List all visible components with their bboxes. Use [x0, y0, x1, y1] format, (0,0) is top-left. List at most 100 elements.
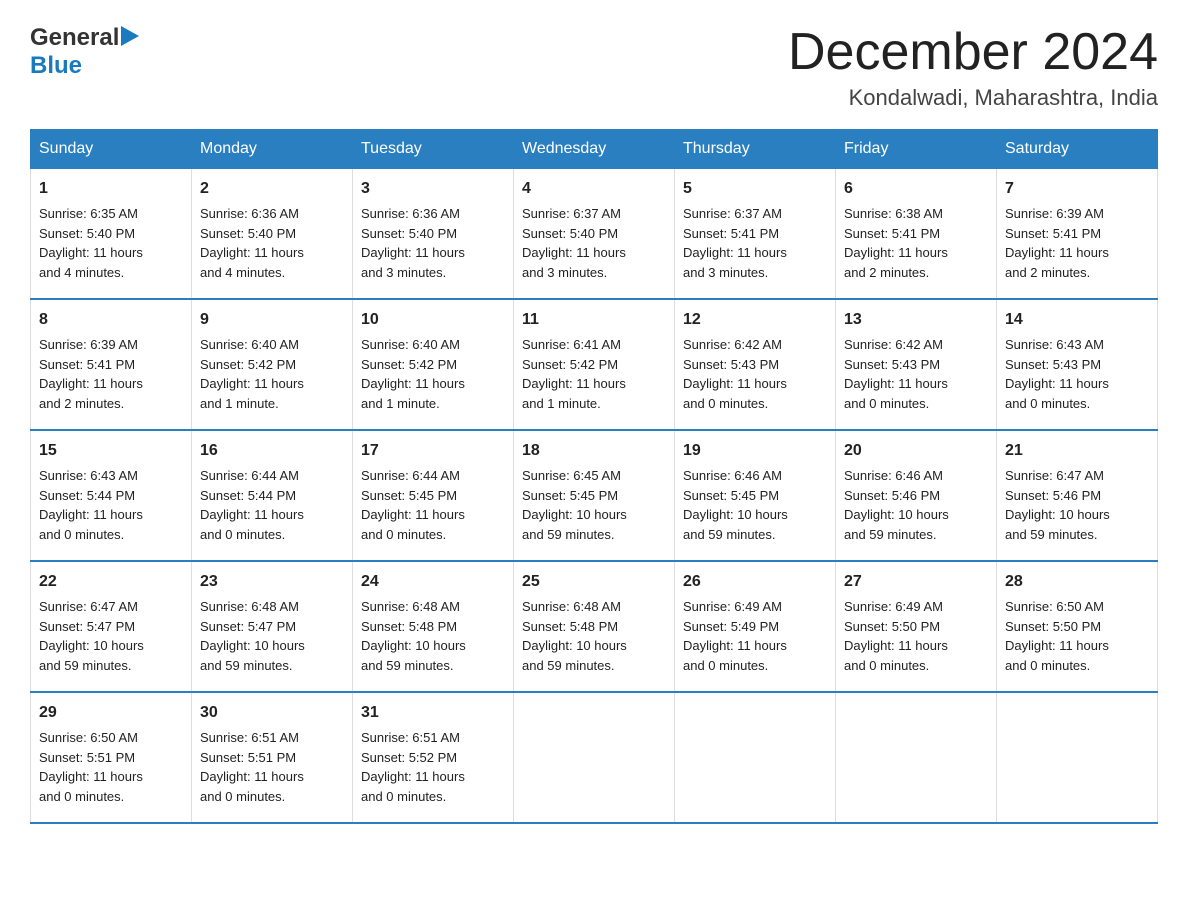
- week-row-1: 1Sunrise: 6:35 AMSunset: 5:40 PMDaylight…: [31, 169, 1158, 300]
- calendar-cell: 10Sunrise: 6:40 AMSunset: 5:42 PMDayligh…: [353, 299, 514, 430]
- calendar-cell: [836, 692, 997, 823]
- cell-info: Sunrise: 6:50 AMSunset: 5:50 PMDaylight:…: [1005, 597, 1149, 675]
- cell-info: Sunrise: 6:42 AMSunset: 5:43 PMDaylight:…: [844, 335, 988, 413]
- calendar-cell: 2 Sunrise: 6:36 AMSunset: 5:40 PMDaylight…: [192, 169, 353, 300]
- calendar-cell: 7 Sunrise: 6:39 AMSunset: 5:41 PMDaylight…: [997, 169, 1158, 300]
- calendar-cell: 12Sunrise: 6:42 AMSunset: 5:43 PMDayligh…: [675, 299, 836, 430]
- cell-info: Sunrise: 6:48 AMSunset: 5:48 PMDaylight:…: [361, 597, 505, 675]
- day-number: 7: [1005, 177, 1149, 201]
- day-number: 15: [39, 439, 183, 463]
- calendar-subtitle: Kondalwadi, Maharashtra, India: [788, 85, 1158, 111]
- calendar-cell: 14 Sunrise: 6:43 AMSunset: 5:43 PMDayligh…: [997, 299, 1158, 430]
- cell-info: Sunrise: 6:44 AMSunset: 5:44 PMDaylight:…: [200, 466, 344, 544]
- day-number: 2: [200, 177, 344, 201]
- day-number: 5: [683, 177, 827, 201]
- logo: General Blue: [30, 24, 139, 80]
- day-number: 19: [683, 439, 827, 463]
- week-row-2: 8Sunrise: 6:39 AMSunset: 5:41 PMDaylight…: [31, 299, 1158, 430]
- header-tuesday: Tuesday: [353, 130, 514, 169]
- cell-info: Sunrise: 6:51 AMSunset: 5:51 PMDaylight:…: [200, 728, 344, 806]
- logo-general: General: [30, 24, 119, 52]
- calendar-cell: 8Sunrise: 6:39 AMSunset: 5:41 PMDaylight…: [31, 299, 192, 430]
- calendar-cell: 19 Sunrise: 6:46 AMSunset: 5:45 PMDayligh…: [675, 430, 836, 561]
- day-number: 14: [1005, 308, 1149, 332]
- calendar-cell: [997, 692, 1158, 823]
- cell-info: Sunrise: 6:49 AMSunset: 5:49 PMDaylight:…: [683, 597, 827, 675]
- cell-info: Sunrise: 6:39 AMSunset: 5:41 PMDaylight:…: [1005, 204, 1149, 282]
- day-number: 6: [844, 177, 988, 201]
- cell-info: Sunrise: 6:40 AMSunset: 5:42 PMDaylight:…: [361, 335, 505, 413]
- week-row-3: 15 Sunrise: 6:43 AMSunset: 5:44 PMDayligh…: [31, 430, 1158, 561]
- calendar-title-block: December 2024 Kondalwadi, Maharashtra, I…: [788, 24, 1158, 111]
- week-row-4: 22 Sunrise: 6:47 AMSunset: 5:47 PMDayligh…: [31, 561, 1158, 692]
- calendar-cell: 27 Sunrise: 6:49 AMSunset: 5:50 PMDayligh…: [836, 561, 997, 692]
- calendar-cell: 4Sunrise: 6:37 AMSunset: 5:40 PMDaylight…: [514, 169, 675, 300]
- day-number: 17: [361, 439, 505, 463]
- calendar-cell: 17 Sunrise: 6:44 AMSunset: 5:45 PMDayligh…: [353, 430, 514, 561]
- cell-info: Sunrise: 6:38 AMSunset: 5:41 PMDaylight:…: [844, 204, 988, 282]
- cell-info: Sunrise: 6:48 AMSunset: 5:47 PMDaylight:…: [200, 597, 344, 675]
- day-number: 16: [200, 439, 344, 463]
- cell-info: Sunrise: 6:49 AMSunset: 5:50 PMDaylight:…: [844, 597, 988, 675]
- day-number: 8: [39, 308, 183, 332]
- day-number: 23: [200, 570, 344, 594]
- calendar-cell: 3 Sunrise: 6:36 AMSunset: 5:40 PMDaylight…: [353, 169, 514, 300]
- cell-info: Sunrise: 6:48 AMSunset: 5:48 PMDaylight:…: [522, 597, 666, 675]
- cell-info: Sunrise: 6:51 AMSunset: 5:52 PMDaylight:…: [361, 728, 505, 806]
- day-number: 31: [361, 701, 505, 725]
- calendar-cell: 23 Sunrise: 6:48 AMSunset: 5:47 PMDayligh…: [192, 561, 353, 692]
- calendar-table: SundayMondayTuesdayWednesdayThursdayFrid…: [30, 129, 1158, 824]
- calendar-cell: [675, 692, 836, 823]
- page-header: General Blue December 2024 Kondalwadi, M…: [30, 24, 1158, 111]
- calendar-cell: 18 Sunrise: 6:45 AMSunset: 5:45 PMDayligh…: [514, 430, 675, 561]
- calendar-cell: 21Sunrise: 6:47 AMSunset: 5:46 PMDayligh…: [997, 430, 1158, 561]
- header-saturday: Saturday: [997, 130, 1158, 169]
- day-number: 12: [683, 308, 827, 332]
- day-number: 3: [361, 177, 505, 201]
- calendar-cell: [514, 692, 675, 823]
- header-wednesday: Wednesday: [514, 130, 675, 169]
- calendar-cell: 16 Sunrise: 6:44 AMSunset: 5:44 PMDayligh…: [192, 430, 353, 561]
- day-number: 25: [522, 570, 666, 594]
- calendar-cell: 25 Sunrise: 6:48 AMSunset: 5:48 PMDayligh…: [514, 561, 675, 692]
- cell-info: Sunrise: 6:36 AMSunset: 5:40 PMDaylight:…: [200, 204, 344, 282]
- calendar-cell: 26 Sunrise: 6:49 AMSunset: 5:49 PMDayligh…: [675, 561, 836, 692]
- day-number: 26: [683, 570, 827, 594]
- cell-info: Sunrise: 6:47 AMSunset: 5:47 PMDaylight:…: [39, 597, 183, 675]
- cell-info: Sunrise: 6:43 AMSunset: 5:43 PMDaylight:…: [1005, 335, 1149, 413]
- cell-info: Sunrise: 6:36 AMSunset: 5:40 PMDaylight:…: [361, 204, 505, 282]
- week-row-5: 29Sunrise: 6:50 AMSunset: 5:51 PMDayligh…: [31, 692, 1158, 823]
- day-number: 18: [522, 439, 666, 463]
- cell-info: Sunrise: 6:37 AMSunset: 5:41 PMDaylight:…: [683, 204, 827, 282]
- cell-info: Sunrise: 6:40 AMSunset: 5:42 PMDaylight:…: [200, 335, 344, 413]
- cell-info: Sunrise: 6:37 AMSunset: 5:40 PMDaylight:…: [522, 204, 666, 282]
- calendar-title: December 2024: [788, 24, 1158, 81]
- cell-info: Sunrise: 6:41 AMSunset: 5:42 PMDaylight:…: [522, 335, 666, 413]
- day-number: 13: [844, 308, 988, 332]
- calendar-cell: 1Sunrise: 6:35 AMSunset: 5:40 PMDaylight…: [31, 169, 192, 300]
- day-number: 22: [39, 570, 183, 594]
- cell-info: Sunrise: 6:43 AMSunset: 5:44 PMDaylight:…: [39, 466, 183, 544]
- calendar-cell: 15 Sunrise: 6:43 AMSunset: 5:44 PMDayligh…: [31, 430, 192, 561]
- day-number: 27: [844, 570, 988, 594]
- cell-info: Sunrise: 6:45 AMSunset: 5:45 PMDaylight:…: [522, 466, 666, 544]
- calendar-cell: 20Sunrise: 6:46 AMSunset: 5:46 PMDayligh…: [836, 430, 997, 561]
- cell-info: Sunrise: 6:44 AMSunset: 5:45 PMDaylight:…: [361, 466, 505, 544]
- calendar-cell: 29Sunrise: 6:50 AMSunset: 5:51 PMDayligh…: [31, 692, 192, 823]
- calendar-cell: 30Sunrise: 6:51 AMSunset: 5:51 PMDayligh…: [192, 692, 353, 823]
- day-number: 24: [361, 570, 505, 594]
- calendar-header: SundayMondayTuesdayWednesdayThursdayFrid…: [31, 130, 1158, 169]
- cell-info: Sunrise: 6:46 AMSunset: 5:45 PMDaylight:…: [683, 466, 827, 544]
- logo-blue: Blue: [30, 52, 82, 79]
- day-number: 21: [1005, 439, 1149, 463]
- calendar-cell: 24 Sunrise: 6:48 AMSunset: 5:48 PMDayligh…: [353, 561, 514, 692]
- cell-info: Sunrise: 6:50 AMSunset: 5:51 PMDaylight:…: [39, 728, 183, 806]
- calendar-cell: 5 Sunrise: 6:37 AMSunset: 5:41 PMDaylight…: [675, 169, 836, 300]
- calendar-cell: 6 Sunrise: 6:38 AMSunset: 5:41 PMDaylight…: [836, 169, 997, 300]
- calendar-cell: 31 Sunrise: 6:51 AMSunset: 5:52 PMDayligh…: [353, 692, 514, 823]
- day-number: 20: [844, 439, 988, 463]
- calendar-cell: 22 Sunrise: 6:47 AMSunset: 5:47 PMDayligh…: [31, 561, 192, 692]
- cell-info: Sunrise: 6:35 AMSunset: 5:40 PMDaylight:…: [39, 204, 183, 282]
- calendar-cell: 9Sunrise: 6:40 AMSunset: 5:42 PMDaylight…: [192, 299, 353, 430]
- calendar-cell: 28Sunrise: 6:50 AMSunset: 5:50 PMDayligh…: [997, 561, 1158, 692]
